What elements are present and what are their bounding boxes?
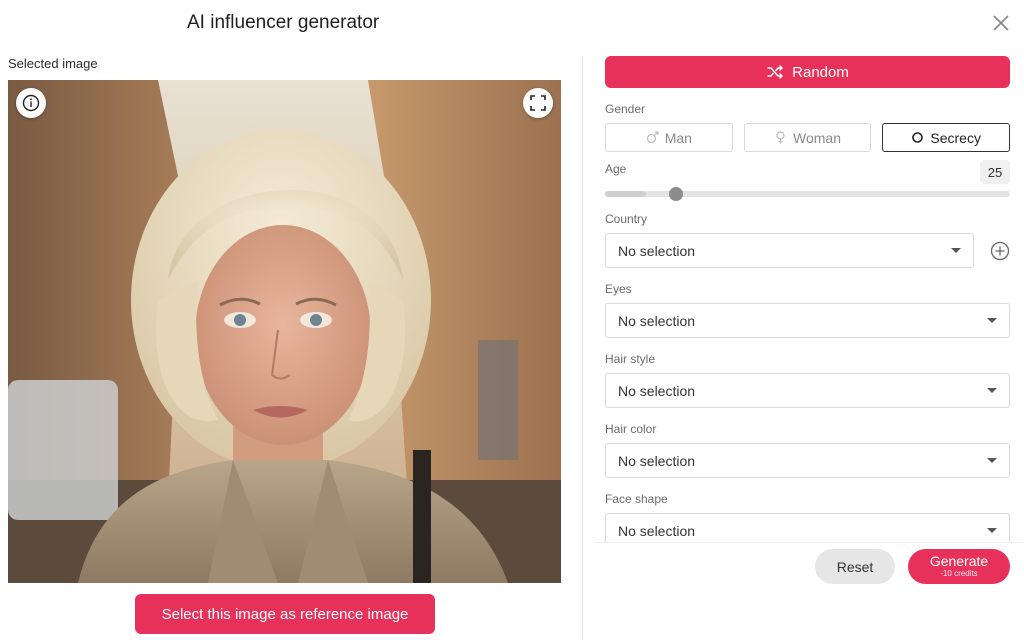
generate-label: Generate [929, 553, 989, 569]
selected-image-label: Selected image [8, 56, 98, 71]
chevron-down-icon [951, 248, 961, 253]
age-label: Age [605, 162, 627, 176]
country-value: No selection [618, 242, 696, 259]
settings-panel: Random Gender Man Woman Secrecy Age 25 C… [605, 56, 1010, 542]
country-row: No selection [605, 233, 1010, 268]
random-button[interactable]: Random [605, 56, 1010, 88]
hair-style-label: Hair style [605, 352, 656, 366]
face-shape-select[interactable]: No selection [605, 513, 1010, 542]
female-icon [776, 131, 785, 144]
dialog-title: AI influencer generator [187, 12, 380, 33]
country-label: Country [605, 212, 648, 226]
gender-man-label: Man [664, 129, 692, 146]
eyes-row: No selection [605, 303, 1010, 338]
age-field: Age 25 [605, 152, 1010, 201]
portrait-image [8, 80, 561, 583]
face-shape-row: No selection [605, 513, 1010, 542]
selected-image [8, 80, 561, 583]
hair-color-select[interactable]: No selection [605, 443, 1010, 478]
panel-divider [582, 56, 583, 640]
gender-woman-button[interactable]: Woman [743, 123, 872, 152]
age-value: 25 [980, 160, 1010, 184]
add-circle-icon[interactable] [990, 241, 1010, 261]
age-slider-thumb[interactable] [669, 187, 683, 201]
face-shape-value: No selection [618, 522, 696, 539]
gender-options: Man Woman Secrecy [605, 123, 1010, 152]
info-icon [22, 94, 40, 112]
hair-color-row: No selection [605, 443, 1010, 478]
gender-woman-label: Woman [793, 129, 841, 146]
generate-cost: -10 credits [940, 569, 978, 578]
generate-button[interactable]: Generate -10 credits [908, 549, 1010, 584]
male-icon [646, 131, 659, 144]
reset-button[interactable]: Reset [815, 549, 895, 584]
country-select[interactable]: No selection [605, 233, 974, 268]
expand-icon [530, 95, 546, 111]
dialog-footer: Reset Generate -10 credits [594, 542, 1024, 640]
chevron-down-icon [987, 458, 997, 463]
gender-secrecy-label: Secrecy [930, 129, 981, 146]
chevron-down-icon [987, 528, 997, 533]
hair-style-value: No selection [618, 382, 696, 399]
age-slider-fill [605, 191, 646, 197]
gender-secrecy-button[interactable]: Secrecy [882, 123, 1010, 152]
hair-style-row: No selection [605, 373, 1010, 408]
eyes-value: No selection [618, 312, 696, 329]
info-button[interactable] [16, 88, 46, 118]
select-reference-image-button[interactable]: Select this image as reference image [135, 594, 435, 634]
eyes-label: Eyes [605, 282, 632, 296]
circle-icon [912, 132, 924, 143]
eyes-select[interactable]: No selection [605, 303, 1010, 338]
shuffle-icon [767, 65, 783, 79]
gender-label: Gender [605, 102, 646, 116]
chevron-down-icon [987, 318, 997, 323]
gender-man-button[interactable]: Man [605, 123, 733, 152]
chevron-down-icon [987, 388, 997, 393]
hair-color-label: Hair color [605, 422, 657, 436]
close-icon[interactable] [990, 12, 1012, 34]
fullscreen-button[interactable] [523, 88, 553, 118]
age-slider[interactable] [605, 187, 1010, 201]
ai-influencer-dialog: AI influencer generator Selected image S… [0, 0, 1024, 640]
hair-color-value: No selection [618, 452, 696, 469]
face-shape-label: Face shape [605, 492, 668, 506]
hair-style-select[interactable]: No selection [605, 373, 1010, 408]
random-label: Random [792, 63, 849, 81]
